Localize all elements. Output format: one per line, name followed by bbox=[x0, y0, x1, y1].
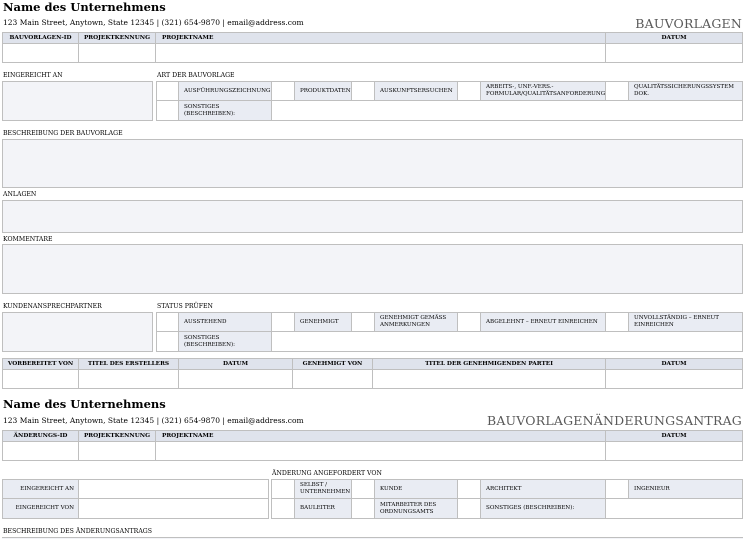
requester-checkbox-other[interactable] bbox=[457, 498, 481, 519]
type-option-qa-doc: QUALITÄTSSICHERUNGSSYSTEM DOK. bbox=[628, 81, 743, 101]
type-option-product-data: PRODUKTDATEN bbox=[294, 81, 352, 101]
form-title: BAUVORLAGEN bbox=[635, 16, 742, 31]
requester-checkbox-engineer[interactable] bbox=[605, 479, 629, 499]
submittal-type-label: ART DER BAUVORLAGE bbox=[157, 72, 235, 79]
status-option-incomplete: UNVOLLSTÄNDIG – ERNEUT EINREICHEN bbox=[628, 312, 743, 332]
submitted-to-label-2: EINGEREICHT AN bbox=[2, 479, 79, 499]
status-option-approved-as-noted: GENEHMIGT GEMÄSS ANMERKUNGEN bbox=[374, 312, 458, 332]
form-title-2: BAUVORLAGENÄNDERUNGSANTRAG bbox=[486, 413, 742, 428]
requester-checkbox-inspector[interactable] bbox=[351, 498, 375, 519]
description-field[interactable] bbox=[2, 139, 743, 188]
change-id-field[interactable] bbox=[2, 441, 79, 461]
requester-checkbox-architect[interactable] bbox=[457, 479, 481, 499]
client-contact-label: KUNDENANSPRECHPARTNER bbox=[3, 303, 102, 310]
attachments-field[interactable] bbox=[2, 200, 743, 233]
status-checkbox-approved[interactable] bbox=[271, 312, 295, 332]
date-field-2[interactable] bbox=[605, 441, 743, 461]
prepared-by-field[interactable] bbox=[2, 369, 79, 389]
type-checkbox-product-data[interactable] bbox=[271, 81, 295, 101]
requester-checkbox-site-manager[interactable] bbox=[271, 498, 295, 519]
status-checkbox-approved-as-noted[interactable] bbox=[351, 312, 375, 332]
submitted-to-field[interactable] bbox=[2, 81, 153, 121]
type-option-other: SONSTIGES (BESCHREIBEN): bbox=[178, 100, 272, 121]
type-other-input[interactable] bbox=[271, 100, 743, 121]
submittal-id-field[interactable] bbox=[2, 43, 79, 63]
approved-by-field[interactable] bbox=[292, 369, 373, 389]
change-description-label: BESCHREIBUNG DES ÄNDERUNGSANTRAGS bbox=[3, 528, 152, 535]
comments-field[interactable] bbox=[2, 244, 743, 294]
company-address: 123 Main Street, Anytown, State 12345 | … bbox=[3, 18, 304, 27]
comments-label: KOMMENTARE bbox=[3, 236, 53, 243]
status-option-other: SONSTIGES (BESCHREIBEN): bbox=[178, 331, 272, 352]
type-option-safety-form: ARBEITS-, UNF.-VERS.-FORMULAR/QUALITÄTSA… bbox=[480, 81, 606, 101]
type-checkbox-safety-form[interactable] bbox=[457, 81, 481, 101]
requester-option-other: SONSTIGES (BESCHREIBEN): bbox=[480, 498, 606, 519]
description-label: BESCHREIBUNG DER BAUVORLAGE bbox=[3, 130, 123, 137]
status-checkbox-rejected[interactable] bbox=[457, 312, 481, 332]
type-checkbox-qa-doc[interactable] bbox=[605, 81, 629, 101]
company-address-2: 123 Main Street, Anytown, State 12345 | … bbox=[3, 416, 304, 425]
requester-option-client: KUNDE bbox=[374, 479, 458, 499]
status-other-input[interactable] bbox=[271, 331, 743, 352]
date-field[interactable] bbox=[605, 43, 743, 63]
status-checkbox-other[interactable] bbox=[156, 331, 179, 352]
status-checkbox-incomplete[interactable] bbox=[605, 312, 629, 332]
requester-option-self: SELBST / UNTERNEHMEN bbox=[294, 479, 352, 499]
approved-date-field[interactable] bbox=[605, 369, 743, 389]
company-name-2: Name des Unternehmens bbox=[3, 397, 166, 411]
project-name-field[interactable] bbox=[155, 43, 606, 63]
type-checkbox-other[interactable] bbox=[156, 100, 179, 121]
requester-option-architect: ARCHITEKT bbox=[480, 479, 606, 499]
requester-checkbox-self[interactable] bbox=[271, 479, 295, 499]
project-id-field[interactable] bbox=[78, 43, 156, 63]
preparer-title-field[interactable] bbox=[78, 369, 179, 389]
submitted-by-field[interactable] bbox=[78, 498, 269, 519]
submitted-to-field-2[interactable] bbox=[78, 479, 269, 499]
project-name-field-2[interactable] bbox=[155, 441, 606, 461]
requester-option-engineer: INGENIEUR bbox=[628, 479, 743, 499]
change-requested-by-label: ÄNDERUNG ANGEFORDERT VON bbox=[272, 470, 382, 477]
requester-other-input[interactable] bbox=[605, 498, 743, 519]
prepared-date-field[interactable] bbox=[178, 369, 293, 389]
client-contact-field[interactable] bbox=[2, 312, 153, 352]
company-name: Name des Unternehmens bbox=[3, 0, 166, 14]
review-status-label: STATUS PRÜFEN bbox=[157, 303, 213, 310]
status-option-rejected: ABGELEHNT – ERNEUT EINREICHEN bbox=[480, 312, 606, 332]
type-checkbox-rfi[interactable] bbox=[351, 81, 375, 101]
status-checkbox-pending[interactable] bbox=[156, 312, 179, 332]
requester-option-site-manager: BAULEITER bbox=[294, 498, 352, 519]
submitted-to-label: EINGEREICHT AN bbox=[3, 72, 63, 79]
type-checkbox-shop-drawing[interactable] bbox=[156, 81, 179, 101]
type-option-shop-drawing: AUSFÜHRUNGSZEICHNUNG bbox=[178, 81, 272, 101]
approver-title-field[interactable] bbox=[372, 369, 606, 389]
attachments-label: ANLAGEN bbox=[3, 191, 37, 198]
submitted-by-label: EINGEREICHT VON bbox=[2, 498, 79, 519]
type-option-rfi: AUSKUNFTSERSUCHEN bbox=[374, 81, 458, 101]
requester-option-inspector: MITARBEITER DES ORDNUNGSAMTS bbox=[374, 498, 458, 519]
requester-checkbox-client[interactable] bbox=[351, 479, 375, 499]
status-option-approved: GENEHMIGT bbox=[294, 312, 352, 332]
project-id-field-2[interactable] bbox=[78, 441, 156, 461]
